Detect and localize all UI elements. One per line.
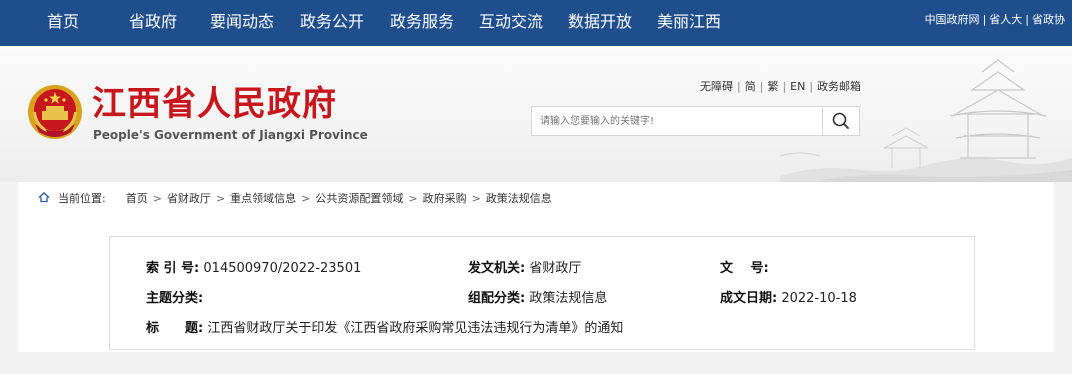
meta-group-label: 组配分类: (468, 291, 526, 306)
meta-title-label: 标 题: (146, 321, 204, 336)
nav-item-gov-affairs-open[interactable]: 政务公开 (300, 0, 364, 46)
top-link-central-gov[interactable]: 中国政府网 (925, 13, 980, 26)
breadcrumb-bar: 当前位置: 首页 > 省财政厅 > 重点领域信息 > 公共资源配置领域 > 政府采购 > 政策法规信息 (18, 182, 1054, 222)
site-title: 江西省人民政府 (92, 84, 337, 124)
traditional-chinese-link[interactable]: 繁 (767, 80, 778, 93)
breadcrumb: 当前位置: 首页 > 省财政厅 > 重点领域信息 > 公共资源配置领域 > 政府采购 > 政策法规信息 (38, 182, 552, 216)
page-bottom-strip (0, 352, 1072, 374)
meta-docno-label: 文 号: (720, 261, 769, 276)
meta-document-number: 文 号: (720, 257, 769, 276)
national-emblem-icon (28, 85, 82, 139)
meta-date-value: 2022-10-18 (781, 291, 857, 306)
site-subtitle: People's Government of Jiangxi Province (93, 128, 368, 142)
meta-written-date: 成文日期: 2022-10-18 (720, 287, 857, 306)
header-banner: 江西省人民政府 People's Government of Jiangxi P… (0, 46, 1072, 182)
breadcrumb-public-resources[interactable]: 公共资源配置领域 (315, 192, 403, 205)
breadcrumb-key-fields[interactable]: 重点领域信息 (230, 192, 296, 205)
top-links: 中国政府网 | 省人大 | 省政协 (924, 13, 1065, 26)
top-link-provincial-congress[interactable]: 省人大 (989, 13, 1022, 26)
breadcrumb-home[interactable]: 首页 (126, 192, 148, 205)
top-link-provincial-cppcc[interactable]: 省政协 (1032, 13, 1065, 26)
meta-index-value: 014500970/2022-23501 (203, 261, 362, 276)
nav-item-home[interactable]: 首页 (47, 0, 79, 46)
search-input[interactable] (540, 107, 820, 135)
meta-topic-label: 主题分类: (146, 291, 204, 306)
accessibility-link[interactable]: 无障碍 (700, 80, 733, 93)
meta-index-number: 索 引 号: 014500970/2022-23501 (146, 257, 361, 276)
nav-item-province-gov[interactable]: 省政府 (129, 0, 177, 46)
breadcrumb-finance-dept[interactable]: 省财政厅 (167, 192, 211, 205)
breadcrumb-gov-procurement[interactable]: 政府采购 (423, 192, 467, 205)
meta-topic-category: 主题分类: (146, 287, 203, 306)
nav-item-beautiful-jiangxi[interactable]: 美丽江西 (657, 0, 721, 46)
meta-issuer: 发文机关: 省财政厅 (468, 257, 581, 276)
meta-index-label: 索 引 号: (146, 261, 200, 276)
document-meta-table: 索 引 号: 014500970/2022-23501 发文机关: 省财政厅 文… (109, 236, 975, 350)
nav-item-interaction[interactable]: 互动交流 (479, 0, 543, 46)
meta-group-value: 政策法规信息 (529, 291, 608, 306)
meta-title: 标 题: 江西省财政厅关于印发《江西省政府采购常见违法违规行为清单》的通知 (146, 317, 623, 336)
pavilion-landscape-icon (780, 59, 1072, 182)
meta-date-label: 成文日期: (720, 291, 778, 306)
top-nav: 首页 省政府 要闻动态 政务公开 政务服务 互动交流 数据开放 美丽江西 中国政… (0, 0, 1072, 46)
nav-item-news[interactable]: 要闻动态 (210, 0, 274, 46)
location-home-icon (38, 192, 50, 203)
breadcrumb-policy-regulations[interactable]: 政策法规信息 (486, 192, 552, 205)
simplified-chinese-link[interactable]: 简 (745, 80, 756, 93)
meta-issuer-label: 发文机关: (468, 261, 526, 276)
meta-title-value: 江西省财政厅关于印发《江西省政府采购常见违法违规行为清单》的通知 (207, 321, 624, 336)
meta-group-category: 组配分类: 政策法规信息 (468, 287, 607, 306)
nav-item-gov-services[interactable]: 政务服务 (390, 0, 454, 46)
nav-item-open-data[interactable]: 数据开放 (568, 0, 632, 46)
breadcrumb-label: 当前位置: (58, 192, 106, 205)
meta-issuer-value: 省财政厅 (529, 261, 582, 276)
